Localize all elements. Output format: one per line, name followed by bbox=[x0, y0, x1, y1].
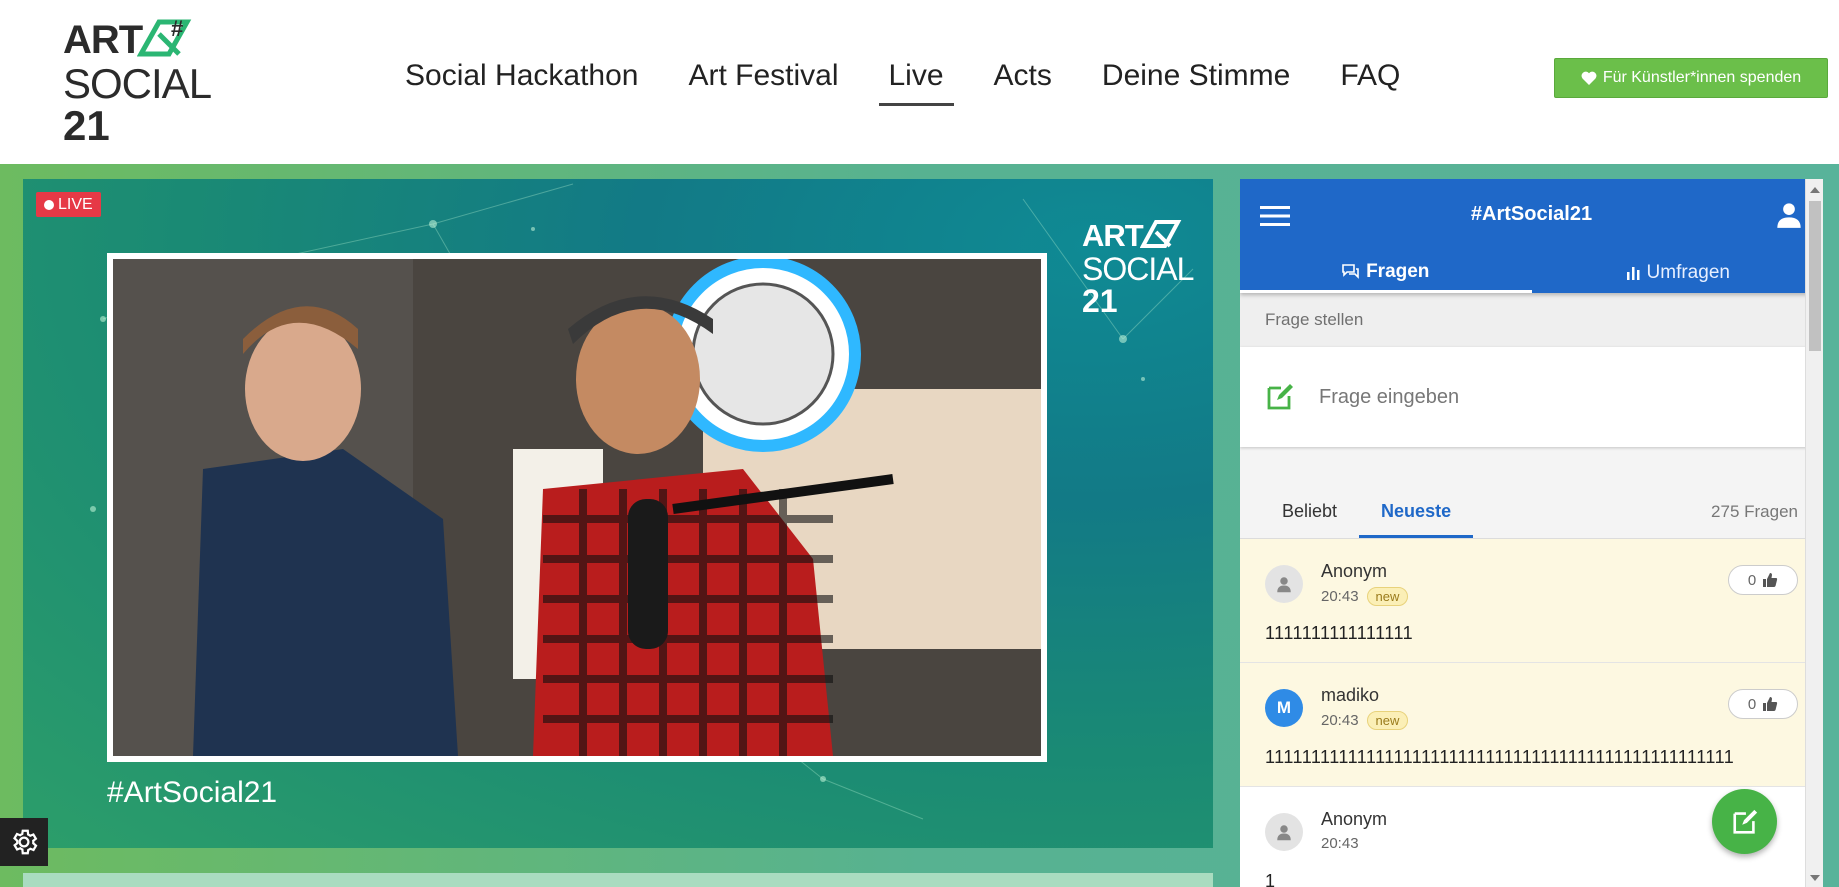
donate-label: Für Künstler*innen spenden bbox=[1602, 69, 1802, 86]
question-item: Anonym 20:43 new 0 1111111111111111 bbox=[1240, 539, 1823, 663]
artsocial-logo[interactable]: ART # SOCIAL 21 bbox=[63, 14, 212, 148]
question-meta: 20:43 new bbox=[1321, 711, 1409, 730]
panel-scrollbar[interactable] bbox=[1805, 179, 1823, 887]
site-header: ART # SOCIAL 21 Social Hackathon Art Fes… bbox=[0, 0, 1839, 164]
tab-fragen-label: Fragen bbox=[1366, 260, 1430, 282]
user-icon[interactable] bbox=[1775, 201, 1803, 229]
question-text: 1111111111111111 bbox=[1265, 623, 1414, 643]
live-badge: LIVE bbox=[36, 192, 101, 217]
filter-neueste[interactable]: Neueste bbox=[1359, 501, 1474, 538]
tab-umfragen-label: Umfragen bbox=[1646, 262, 1730, 283]
question-time: 20:43 bbox=[1321, 835, 1359, 852]
nav-faq[interactable]: FAQ bbox=[1330, 50, 1410, 106]
bar-chart-icon bbox=[1626, 267, 1640, 280]
question-author: madiko bbox=[1321, 685, 1380, 705]
qa-tabs: Fragen Umfragen bbox=[1240, 253, 1823, 293]
vote-count: 0 bbox=[1747, 695, 1757, 713]
qa-panel: #ArtSocial21 Fragen Umfragen Frage stell… bbox=[1240, 179, 1823, 887]
logo-line-2: SOCIAL bbox=[63, 60, 212, 107]
chat-bubbles-icon bbox=[1342, 263, 1359, 279]
video-logo-line-3: 21 bbox=[1082, 283, 1118, 319]
ask-question-fab[interactable] bbox=[1712, 789, 1777, 854]
question-time: 20:43 bbox=[1321, 712, 1359, 729]
live-label: LIVE bbox=[58, 196, 93, 213]
question-meta: 20:43 new bbox=[1321, 587, 1409, 606]
video-logo-line-2: SOCIAL bbox=[1082, 251, 1194, 287]
question-author: Anonym bbox=[1321, 561, 1388, 581]
nav-acts[interactable]: Acts bbox=[984, 50, 1062, 106]
sort-filter-row: Beliebt Neueste 275 Fragen bbox=[1240, 465, 1823, 539]
scroll-down-arrow-icon[interactable] bbox=[1810, 875, 1820, 881]
avatar: M bbox=[1265, 689, 1303, 727]
below-video-strip bbox=[23, 873, 1213, 887]
question-item: M madiko 20:43 new 0 1111111111111111111… bbox=[1240, 663, 1823, 787]
logo-hash-icon: # bbox=[137, 16, 192, 57]
stream-image bbox=[113, 259, 1041, 756]
anonymous-user-icon bbox=[1277, 577, 1291, 593]
anonymous-user-icon bbox=[1277, 825, 1291, 841]
question-meta: 20:43 bbox=[1321, 835, 1359, 852]
video-logo-line-1: ART bbox=[1082, 218, 1144, 253]
gear-icon bbox=[13, 829, 38, 855]
logo-line-3: 21 bbox=[63, 102, 110, 149]
live-dot-icon bbox=[44, 199, 54, 210]
question-text: 1111111111111111111111111111111111111111… bbox=[1265, 747, 1735, 767]
thumbs-up-icon bbox=[1763, 573, 1778, 587]
question-text: 1 bbox=[1265, 871, 1276, 887]
ask-question-box[interactable]: Frage eingeben bbox=[1240, 347, 1823, 447]
upvote-button[interactable]: 0 bbox=[1728, 565, 1798, 595]
nav-live[interactable]: Live bbox=[878, 50, 954, 106]
donate-button[interactable]: Für Künstler*innen spenden bbox=[1554, 58, 1828, 98]
question-count: 275 Fragen bbox=[1711, 502, 1798, 521]
nav-art-festival[interactable]: Art Festival bbox=[678, 50, 848, 106]
avatar bbox=[1265, 813, 1303, 851]
question-time: 20:43 bbox=[1321, 588, 1359, 605]
scroll-thumb[interactable] bbox=[1809, 201, 1821, 351]
scroll-up-arrow-icon[interactable] bbox=[1810, 187, 1820, 193]
tab-fragen[interactable]: Fragen bbox=[1240, 253, 1532, 293]
question-input[interactable]: Frage eingeben bbox=[1319, 386, 1459, 409]
video-logo: ART SOCIAL 21 bbox=[1082, 216, 1194, 320]
thumbs-up-icon bbox=[1763, 697, 1778, 711]
heart-icon bbox=[1581, 71, 1597, 85]
logo-hash-text: # bbox=[171, 16, 183, 41]
logo-line-1: ART bbox=[63, 18, 143, 62]
new-badge: new bbox=[1366, 587, 1409, 606]
main-nav: Social Hackathon Art Festival Live Acts … bbox=[395, 50, 1440, 106]
video-frame[interactable] bbox=[107, 253, 1047, 762]
vote-count: 0 bbox=[1747, 571, 1757, 589]
compose-icon bbox=[1732, 809, 1757, 834]
new-badge: new bbox=[1366, 711, 1409, 730]
settings-button[interactable] bbox=[0, 818, 48, 866]
filter-beliebt[interactable]: Beliebt bbox=[1260, 501, 1359, 538]
nav-social-hackathon[interactable]: Social Hackathon bbox=[395, 50, 648, 106]
compose-icon bbox=[1267, 384, 1293, 410]
nav-deine-stimme[interactable]: Deine Stimme bbox=[1092, 50, 1300, 106]
question-author: Anonym bbox=[1321, 809, 1388, 829]
tab-umfragen[interactable]: Umfragen bbox=[1532, 253, 1824, 293]
qa-panel-title: #ArtSocial21 bbox=[1470, 203, 1593, 225]
upvote-button[interactable]: 0 bbox=[1728, 689, 1798, 719]
ask-question-label: Frage stellen bbox=[1240, 293, 1823, 347]
qa-panel-header: #ArtSocial21 Fragen Umfragen bbox=[1240, 179, 1823, 293]
avatar bbox=[1265, 565, 1303, 603]
video-hashtag: #ArtSocial21 bbox=[107, 776, 278, 809]
video-logo-hash-icon bbox=[1140, 220, 1182, 248]
